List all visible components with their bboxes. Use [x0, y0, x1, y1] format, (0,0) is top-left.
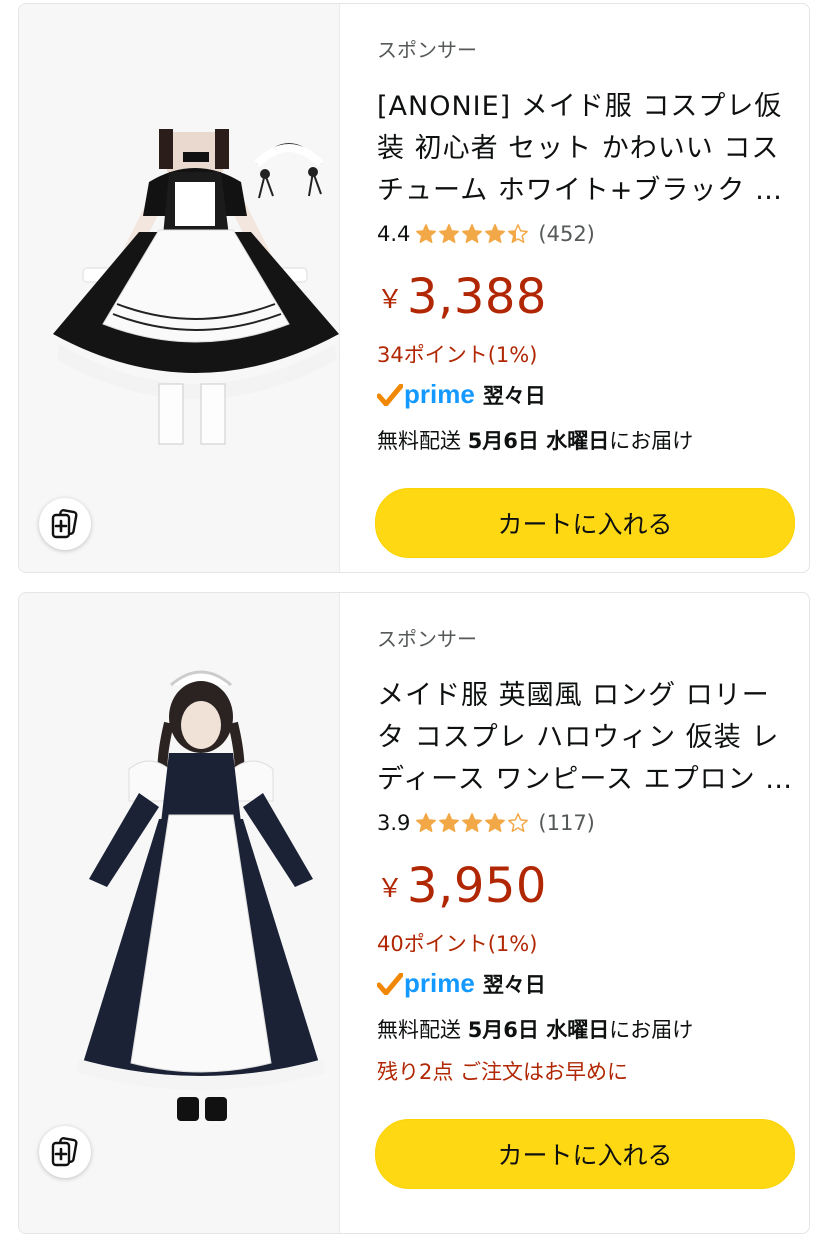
prime-check-icon — [377, 383, 403, 406]
rating-row[interactable]: 4.4 (452) — [377, 222, 595, 246]
product-card[interactable]: スポンサー [ANONIE] メイド服 コスプレ仮装 初心者 セット かわいい … — [18, 3, 810, 573]
review-count: (117) — [538, 811, 595, 835]
add-to-compare-button[interactable] — [39, 498, 91, 550]
rating-row[interactable]: 3.9 (117) — [377, 811, 595, 835]
star-icon — [485, 813, 506, 832]
prime-logo-text: prime — [404, 968, 475, 998]
prime-delivery-speed: 翌々日 — [482, 972, 546, 997]
add-to-cart-button[interactable]: カートに入れる — [375, 488, 795, 558]
delivery-info: 無料配送 5月6日 水曜日にお届け — [377, 425, 693, 455]
rating-value: 4.4 — [377, 222, 411, 246]
delivery-suffix: にお届け — [609, 1018, 694, 1042]
star-icon — [416, 813, 437, 832]
star-icon — [439, 813, 460, 832]
prime-check-icon — [377, 972, 403, 995]
delivery-date: 5月6日 水曜日 — [467, 429, 610, 453]
star-icon — [462, 224, 483, 243]
product-image-pane[interactable] — [19, 593, 340, 1233]
points-label: 40ポイント(1%) — [377, 932, 538, 956]
points-label: 34ポイント(1%) — [377, 343, 538, 367]
product-image-pane[interactable] — [19, 4, 340, 572]
add-to-cart-button[interactable]: カートに入れる — [375, 1119, 795, 1189]
prime-delivery-speed: 翌々日 — [482, 383, 546, 408]
add-to-compare-button[interactable] — [39, 1126, 91, 1178]
delivery-prefix: 無料配送 — [377, 1018, 468, 1042]
sponsored-label: スポンサー — [377, 38, 477, 62]
star-icon — [462, 813, 483, 832]
stock-notice: 残り2点 ご注文はお早めに — [377, 1060, 629, 1084]
maid-outfit-short-image[interactable] — [19, 4, 339, 564]
add-to-compare-icon — [51, 1137, 78, 1167]
star-icon — [508, 224, 529, 243]
delivery-date: 5月6日 水曜日 — [467, 1018, 610, 1042]
star-rating — [415, 812, 530, 834]
prime-badge: prime 翌々日 — [377, 968, 546, 999]
price-amount: 3,950 — [407, 858, 547, 914]
product-title-link[interactable]: [ANONIE] メイド服 コスプレ仮装 初心者 セット かわいい コスチューム… — [377, 86, 795, 212]
delivery-prefix: 無料配送 — [377, 429, 468, 453]
price: ￥ 3,388 — [377, 269, 547, 325]
prime-badge: prime 翌々日 — [377, 379, 546, 410]
review-count: (452) — [538, 222, 595, 246]
sponsored-label: スポンサー — [377, 627, 477, 651]
rating-value: 3.9 — [377, 811, 411, 835]
maid-outfit-long-image[interactable] — [19, 593, 339, 1153]
price: ￥ 3,950 — [377, 858, 547, 914]
delivery-info: 無料配送 5月6日 水曜日にお届け — [377, 1014, 693, 1044]
star-icon — [485, 224, 506, 243]
delivery-suffix: にお届け — [609, 429, 694, 453]
add-to-compare-icon — [51, 509, 78, 539]
star-icon — [508, 813, 529, 832]
product-title-link[interactable]: メイド服 英國風 ロング ロリータ コスプレ ハロウィン 仮装 レディース ワン… — [377, 675, 795, 801]
star-icon — [439, 224, 460, 243]
price-amount: 3,388 — [407, 269, 547, 325]
star-icon — [416, 224, 437, 243]
star-rating — [415, 223, 530, 245]
currency-symbol: ￥ — [377, 874, 404, 904]
prime-logo-text: prime — [404, 379, 475, 409]
currency-symbol: ￥ — [377, 285, 404, 315]
product-card[interactable]: スポンサー メイド服 英國風 ロング ロリータ コスプレ ハロウィン 仮装 レデ… — [18, 592, 810, 1234]
